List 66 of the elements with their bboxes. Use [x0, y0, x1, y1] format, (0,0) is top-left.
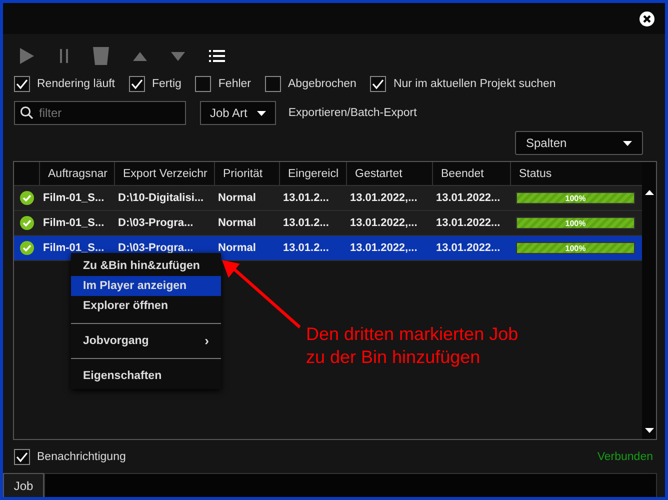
table-cell-text: 13.01.2022...: [435, 216, 502, 231]
table-cell-text: 13.01.2...: [282, 241, 330, 256]
checkbox-label: Nur im aktuellen Projekt suchen: [393, 78, 556, 90]
table-cell-text: 13.01.2...: [282, 191, 330, 206]
table-cell-text: 13.01.2022,...: [349, 191, 418, 206]
menu-item[interactable]: Jobvorgang ›: [71, 331, 221, 351]
column-header[interactable]: Export Verzeichr: [114, 162, 214, 185]
table-cell-text: Normal: [217, 216, 257, 231]
scroll-up-icon[interactable]: [644, 190, 654, 195]
table-row[interactable]: Film-01_S... D:\03-Progra... Normal 13.01.2... 13.01.2022,... 13.01.2022... 100%: [14, 236, 642, 261]
job-type-dropdown[interactable]: Job Art: [200, 101, 276, 125]
menu-item[interactable]: Eigenschaften: [71, 366, 221, 386]
table-cell-text: Normal: [217, 241, 257, 256]
table-cell-text: D:\10-Digitalisi...: [117, 191, 205, 206]
progress-text: 100%: [564, 243, 587, 253]
menu-item[interactable]: Im Player anzeigen: [71, 276, 221, 296]
checkbox-label: Benachrichtigung: [37, 451, 126, 463]
tab[interactable]: Job: [3, 473, 44, 497]
checkbox-label: Fertig: [152, 78, 182, 90]
caret-icon: [623, 140, 632, 146]
checkbox[interactable]: [195, 76, 212, 92]
progress-text: 100%: [564, 218, 587, 228]
table-cell-text: D:\03-Progra...: [117, 216, 194, 231]
table-cell-text: Normal: [217, 191, 257, 206]
table-cell-text: Film-01_S...: [42, 191, 106, 206]
table-cell-text: 13.01.2022...: [435, 241, 502, 256]
close-icon[interactable]: [639, 10, 655, 26]
checkbox-label: Fehler: [218, 78, 252, 90]
progress-text: 100%: [564, 193, 587, 203]
caret-icon: [257, 110, 266, 116]
menu-item[interactable]: Explorer öffnen: [71, 296, 221, 316]
play-icon[interactable]: [19, 48, 35, 64]
column-header[interactable]: Status: [510, 162, 641, 185]
table-cell-text: 13.01.2...: [282, 216, 330, 231]
checkbox[interactable]: [14, 76, 30, 92]
column-header[interactable]: Gestartet: [346, 162, 432, 185]
down-icon[interactable]: [171, 52, 185, 60]
pause-icon[interactable]: [59, 49, 69, 63]
checkbox[interactable]: [370, 76, 386, 92]
table-cell-text: 13.01.2022,...: [349, 241, 418, 256]
columns-dropdown[interactable]: Spalten: [515, 131, 643, 155]
checkbox[interactable]: [265, 76, 282, 92]
table-cell-text: D:\03-Progra...: [117, 241, 194, 256]
annotation-text: Den dritten markierten Job zu der Bin hinzufügen: [306, 323, 518, 369]
table-cell-text: 13.01.2022...: [435, 191, 502, 206]
checkbox-label: Rendering läuft: [37, 78, 115, 90]
checkbox[interactable]: [14, 449, 30, 465]
trash-icon[interactable]: [93, 47, 109, 65]
scroll-down-icon[interactable]: [644, 428, 654, 433]
table-row[interactable]: Film-01_S... D:\10-Digitalisi... Normal 13.01.2... 13.01.2022,... 13.01.2022... 100%: [14, 186, 642, 211]
table-row[interactable]: Film-01_S... D:\03-Progra... Normal 13.01.2... 13.01.2022,... 13.01.2022... 100%: [14, 211, 642, 236]
up-icon[interactable]: [133, 52, 147, 60]
table-cell-text: Film-01_S...: [42, 216, 106, 231]
column-header[interactable]: Auftragsnar: [39, 162, 114, 185]
column-header[interactable]: Beendet: [432, 162, 510, 185]
checkbox[interactable]: [129, 76, 145, 92]
filter-field[interactable]: filter: [14, 101, 186, 125]
column-header[interactable]: Priorität: [214, 162, 279, 185]
job-type-value: Exportieren/Batch-Export: [288, 107, 417, 119]
scrollbar[interactable]: [642, 162, 656, 439]
table-cell-text: 13.01.2022,...: [349, 216, 418, 231]
checkbox-label: Abgebrochen: [288, 78, 356, 90]
list-icon[interactable]: [209, 50, 225, 62]
connection-status: Verbunden: [597, 451, 653, 463]
table-cell-text: Film-01_S...: [42, 241, 106, 256]
column-header[interactable]: Eingereicl: [279, 162, 346, 185]
